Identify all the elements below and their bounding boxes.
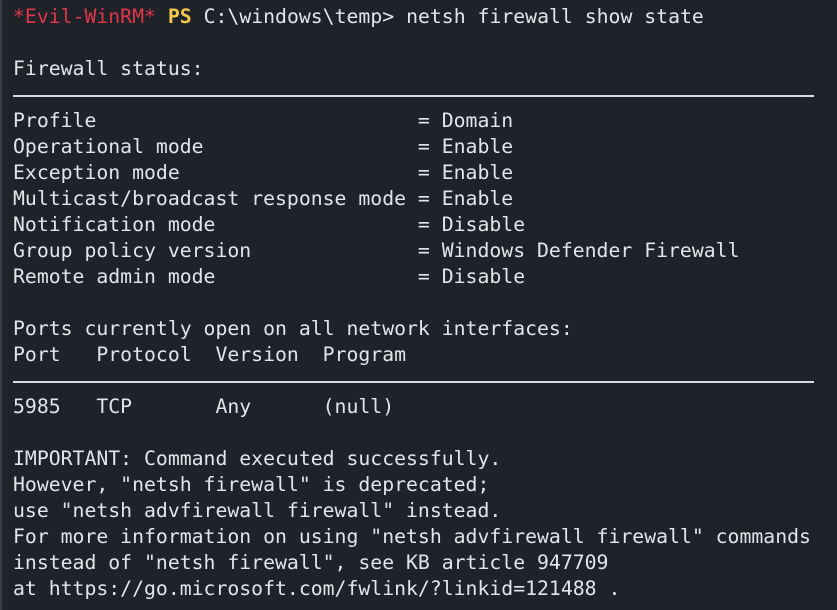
ports-heading: Ports currently open on all network inte… xyxy=(13,317,573,340)
notice-line: at https://go.microsoft.com/fwlink/?link… xyxy=(13,577,621,600)
status-label: Group policy version xyxy=(13,239,418,262)
status-value: = Domain xyxy=(417,109,514,132)
ps-indicator: PS xyxy=(167,5,192,28)
status-label: Remote admin mode xyxy=(13,265,418,288)
status-value: = Disable xyxy=(417,265,526,288)
notice-line: However, "netsh firewall" is deprecated; xyxy=(13,473,490,496)
status-value: = Disable xyxy=(417,213,526,236)
status-row: Profile = Domain xyxy=(13,108,837,134)
notice-line: For more information on using "netsh adv… xyxy=(13,525,811,548)
status-row: Operational mode = Enable xyxy=(13,134,837,160)
status-row: Notification mode = Disable xyxy=(13,212,837,238)
status-row: Remote admin mode = Disable xyxy=(13,264,837,290)
ports-table-row: 5985 TCP Any (null) xyxy=(13,395,395,418)
status-label: Notification mode xyxy=(13,213,418,236)
command-text: netsh firewall show state xyxy=(406,5,704,28)
status-label: Operational mode xyxy=(13,135,418,158)
status-label: Multicast/broadcast response mode xyxy=(13,187,418,210)
status-value: = Enable xyxy=(417,135,514,158)
status-row: Group policy version = Windows Defender … xyxy=(13,238,837,264)
status-row: Multicast/broadcast response mode = Enab… xyxy=(13,186,837,212)
notice-line: use "netsh advfirewall firewall" instead… xyxy=(13,499,502,522)
command-prompt-line: *Evil-WinRM* PS C:\windows\temp> netsh f… xyxy=(13,4,837,30)
notice-line: IMPORTANT: Command executed successfully… xyxy=(13,447,502,470)
status-label: Exception mode xyxy=(13,161,418,184)
status-row: Exception mode = Enable xyxy=(13,160,837,186)
current-path: C:\windows\temp> xyxy=(203,5,395,28)
ports-table-header: Port Protocol Version Program xyxy=(13,343,407,366)
status-value: = Enable xyxy=(417,161,514,184)
status-value: = Windows Defender Firewall xyxy=(417,239,740,262)
shell-name: *Evil-WinRM* xyxy=(13,5,156,28)
status-value: = Enable xyxy=(417,187,514,210)
terminal-window[interactable]: *Evil-WinRM* PS C:\windows\temp> netsh f… xyxy=(0,0,837,610)
firewall-status-heading: Firewall status: xyxy=(13,57,204,80)
notice-line: instead of "netsh firewall", see KB arti… xyxy=(13,551,609,574)
divider-line xyxy=(13,368,837,394)
divider-line xyxy=(13,82,837,108)
status-label: Profile xyxy=(13,109,418,132)
